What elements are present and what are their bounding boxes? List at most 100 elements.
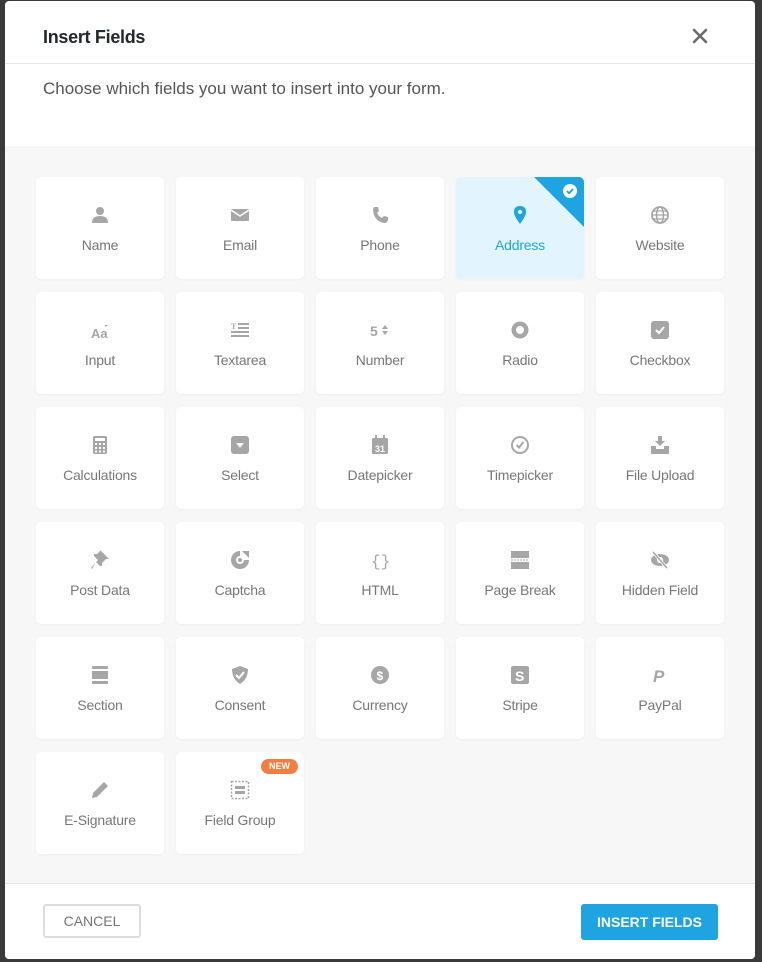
close-icon [692,28,708,44]
field-card-paypal[interactable]: P PayPal [596,637,724,739]
svg-text:5: 5 [370,323,378,339]
paypal-icon: P [650,665,670,685]
field-card-label: Section [77,697,123,713]
field-card-checkbox[interactable]: Checkbox [596,292,724,394]
field-card-label: Input [84,352,116,368]
svg-text:31: 31 [375,444,385,454]
field-card-select[interactable]: Select [176,407,304,509]
clock-icon [510,435,530,455]
insert-fields-button[interactable]: INSERT FIELDS [581,904,718,940]
field-card-label: Page Break [484,582,556,598]
captcha-icon [230,550,250,570]
svg-text:Aa: Aa [91,326,108,340]
phone-icon [370,205,390,225]
new-badge: NEW [261,759,298,774]
radio-icon [510,320,530,340]
checkmark-icon [563,184,577,198]
svg-text:P: P [653,667,665,685]
dialog-header: Insert Fields [5,1,755,64]
text-input-icon: Aa [90,320,110,340]
close-button[interactable] [689,25,711,47]
user-icon [90,205,110,225]
field-card-html[interactable]: {} HTML [316,522,444,624]
field-card-email[interactable]: Email [176,177,304,279]
shield-check-icon [230,665,250,685]
dialog-subtitle: Choose which fields you want to insert i… [43,79,446,98]
calendar-icon: 31 [370,435,390,455]
upload-icon [650,435,670,455]
field-card-label: File Upload [625,467,695,483]
eye-slash-icon [650,550,670,570]
field-card-label: Email [222,237,257,253]
field-group-icon [230,780,250,800]
dialog-title: Insert Fields [43,27,146,47]
field-card-number[interactable]: 5 Number [316,292,444,394]
dollar-icon: $ [370,665,390,685]
field-card-label: Consent [214,697,266,713]
field-card-timepicker[interactable]: Timepicker [456,407,584,509]
field-card-label: Phone [360,237,400,253]
field-card-label: Captcha [214,582,266,598]
pin-icon [90,550,110,570]
map-pin-icon [510,205,530,225]
field-card-label: Name [81,237,119,253]
field-card-label: E-Signature [64,812,136,828]
field-card-label: PayPal [638,697,682,713]
globe-icon [650,205,670,225]
field-card-label: Select [221,467,259,483]
section-icon [90,665,110,685]
field-card-datepicker[interactable]: 31 Datepicker [316,407,444,509]
field-card-file-upload[interactable]: File Upload [596,407,724,509]
select-icon [230,435,250,455]
field-card-website[interactable]: Website [596,177,724,279]
field-card-label: Website [635,237,685,253]
number-icon: 5 [370,320,390,340]
field-card-consent[interactable]: Consent [176,637,304,739]
svg-text:{}: {} [371,553,390,570]
field-card-label: Calculations [63,467,137,483]
field-card-e-signature[interactable]: E-Signature [36,752,164,854]
field-card-label: Radio [502,352,538,368]
field-card-label: Checkbox [629,352,691,368]
braces-icon: {} [370,550,390,570]
field-card-input[interactable]: Aa Input [36,292,164,394]
fields-grid: Name Email Phone Address Website Aa Input T Text… [36,177,724,854]
calculator-icon [90,435,110,455]
field-card-field-group[interactable]: Field Group NEW [176,752,304,854]
field-card-textarea[interactable]: T Textarea [176,292,304,394]
field-card-label: Address [495,237,545,253]
field-card-label: Hidden Field [621,582,699,598]
fields-panel: Name Email Phone Address Website Aa Input T Text… [5,146,755,883]
field-card-label: Datepicker [347,467,413,483]
field-card-captcha[interactable]: Captcha [176,522,304,624]
field-card-label: Textarea [213,352,267,368]
field-card-page-break[interactable]: Page Break [456,522,584,624]
field-card-label: HTML [361,582,399,598]
field-card-currency[interactable]: $ Currency [316,637,444,739]
field-card-calculations[interactable]: Calculations [36,407,164,509]
field-card-section[interactable]: Section [36,637,164,739]
field-card-label: Field Group [204,812,276,828]
field-card-label: Currency [352,697,408,713]
field-card-label: Timepicker [487,467,553,483]
field-card-address[interactable]: Address [456,177,584,279]
svg-text:T: T [231,322,237,331]
field-card-label: Stripe [502,697,538,713]
field-card-hidden-field[interactable]: Hidden Field [596,522,724,624]
field-card-label: Post Data [70,582,130,598]
cancel-button[interactable]: CANCEL [43,904,141,938]
envelope-icon [230,205,250,225]
stripe-icon: S [510,665,530,685]
field-card-post-data[interactable]: Post Data [36,522,164,624]
svg-text:S: S [515,668,524,684]
textarea-icon: T [230,320,250,340]
field-card-phone[interactable]: Phone [316,177,444,279]
field-card-name[interactable]: Name [36,177,164,279]
checkbox-icon [650,320,670,340]
field-card-radio[interactable]: Radio [456,292,584,394]
field-card-stripe[interactable]: S Stripe [456,637,584,739]
field-card-label: Number [355,352,405,368]
svg-text:$: $ [377,669,384,683]
page-break-icon [510,550,530,570]
pencil-icon [90,780,110,800]
